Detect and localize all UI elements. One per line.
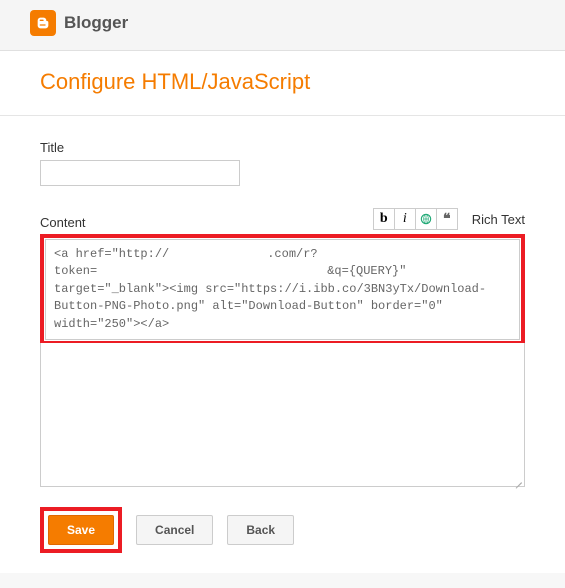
content-label: Content — [40, 215, 86, 230]
code-text: token= — [54, 264, 97, 278]
content-textarea[interactable]: <a href="http:// .com/r? token= &q={QUERY}"… — [45, 239, 520, 340]
content-highlight-box: <a href="http:// .com/r? token= &q={QUERY}"… — [40, 234, 525, 345]
title-label: Title — [40, 140, 525, 155]
code-text: Button-PNG-Photo.png" alt="Download-Butt… — [54, 299, 443, 313]
save-highlight-box: Save — [40, 507, 122, 553]
editor-toolbar: b i ❝ Rich Text — [374, 208, 525, 230]
cancel-button[interactable]: Cancel — [136, 515, 213, 545]
code-text: .com/r? — [267, 247, 317, 261]
code-text: &q={QUERY}" — [327, 264, 406, 278]
title-input[interactable] — [40, 160, 240, 186]
redacted-text — [97, 266, 327, 277]
bold-button[interactable]: b — [373, 208, 395, 230]
code-text: target="_blank"><img src="https://i.ibb.… — [54, 282, 486, 296]
italic-button[interactable]: i — [394, 208, 416, 230]
blogger-logo-icon — [30, 10, 56, 36]
link-button[interactable] — [415, 208, 437, 230]
resize-handle-icon — [512, 474, 522, 484]
quote-button[interactable]: ❝ — [436, 208, 458, 230]
app-header: Blogger — [0, 0, 565, 51]
code-text: width="250"></a> — [54, 317, 169, 331]
richtext-toggle[interactable]: Rich Text — [472, 212, 525, 227]
back-button[interactable]: Back — [227, 515, 294, 545]
content-textarea-lower[interactable] — [40, 343, 525, 487]
divider — [0, 115, 565, 116]
link-icon — [419, 212, 433, 226]
main-content: Configure HTML/JavaScript Title Content … — [0, 51, 565, 573]
logo-text: Blogger — [64, 13, 128, 33]
code-text: <a href="http:// — [54, 247, 169, 261]
button-row: Save Cancel Back — [40, 507, 525, 553]
page-title: Configure HTML/JavaScript — [40, 69, 525, 95]
save-button[interactable]: Save — [48, 515, 114, 545]
redacted-text — [169, 248, 267, 259]
